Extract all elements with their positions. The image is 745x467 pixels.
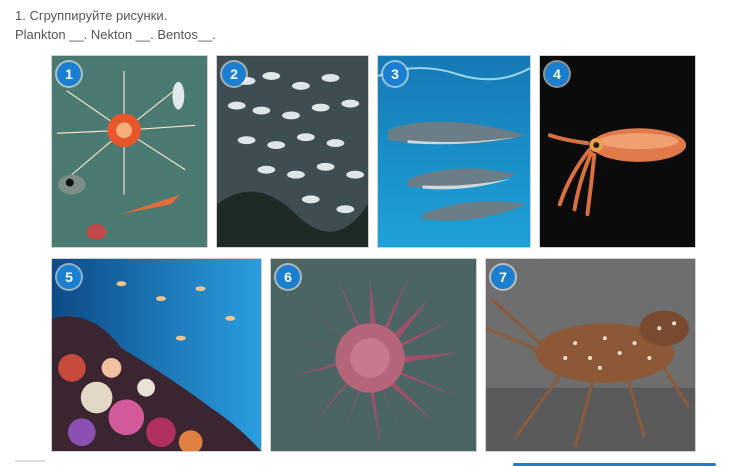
photo-squid: 4 bbox=[539, 55, 696, 248]
photo-number-badge: 2 bbox=[222, 62, 246, 86]
photo-dolphins: 3 bbox=[377, 55, 531, 248]
task-text: 1. Сгруппируйте рисунки. Plankton __. Ne… bbox=[15, 6, 216, 44]
photo-starfish: 6 bbox=[270, 258, 477, 452]
plankton-illustration bbox=[52, 56, 207, 247]
photo-number-badge: 3 bbox=[383, 62, 407, 86]
dolphins-illustration bbox=[378, 56, 530, 247]
photo-number-badge: 5 bbox=[57, 265, 81, 289]
starfish-illustration bbox=[271, 259, 476, 451]
coral-reef-illustration bbox=[52, 259, 261, 451]
photo-fish-school: 2 bbox=[216, 55, 369, 248]
photo-lobster: 7 bbox=[485, 258, 696, 452]
fish-school-illustration bbox=[217, 56, 368, 247]
accent-bar bbox=[513, 463, 716, 466]
divider bbox=[15, 460, 45, 462]
photo-number-badge: 7 bbox=[491, 265, 515, 289]
squid-illustration bbox=[540, 56, 695, 247]
photo-coral-reef: 5 bbox=[51, 258, 262, 452]
task-subtitle: Plankton __. Nekton __. Bentos__. bbox=[15, 27, 216, 42]
photo-number-badge: 6 bbox=[276, 265, 300, 289]
photo-plankton: 1 bbox=[51, 55, 208, 248]
photo-number-badge: 4 bbox=[545, 62, 569, 86]
lobster-illustration bbox=[486, 259, 695, 451]
photo-number-badge: 1 bbox=[57, 62, 81, 86]
task-title: 1. Сгруппируйте рисунки. bbox=[15, 8, 168, 23]
